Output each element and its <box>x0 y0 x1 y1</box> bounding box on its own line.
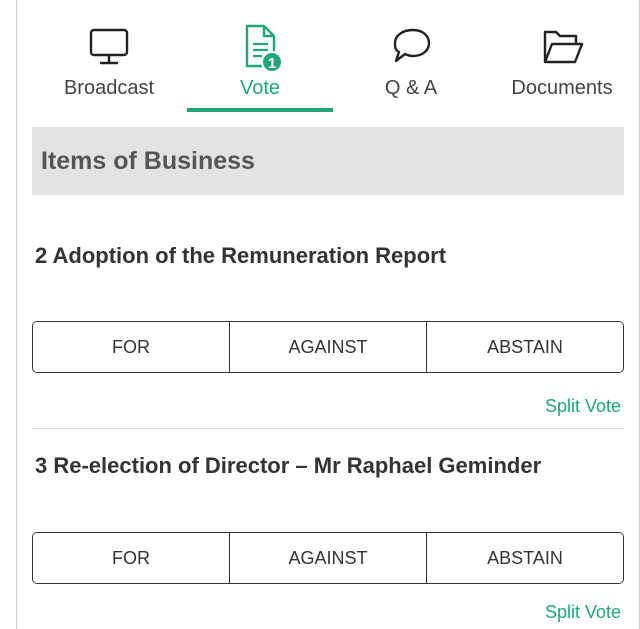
vote-options: FOR AGAINST ABSTAIN <box>32 532 624 584</box>
tab-broadcast[interactable]: Broadcast <box>35 0 183 114</box>
for-button[interactable]: FOR <box>33 533 229 583</box>
tab-bar: Broadcast 1 Vote Q & A Documents <box>17 0 639 118</box>
tab-label-documents: Documents <box>511 77 613 99</box>
abstain-button[interactable]: ABSTAIN <box>426 322 623 372</box>
tab-documents[interactable]: Documents <box>487 0 637 114</box>
tab-label-broadcast: Broadcast <box>63 77 155 99</box>
tab-label-qa: Q & A <box>384 77 438 99</box>
speech-bubble-icon <box>393 28 431 63</box>
document-icon: 1 <box>245 24 283 72</box>
vote-options: FOR AGAINST ABSTAIN <box>32 321 624 373</box>
split-vote-link[interactable]: Split Vote <box>545 396 621 417</box>
badge-count: 1 <box>268 55 276 72</box>
against-button[interactable]: AGAINST <box>229 533 426 583</box>
divider <box>32 428 624 429</box>
against-button[interactable]: AGAINST <box>229 322 426 372</box>
monitor-icon <box>89 28 129 65</box>
active-tab-indicator <box>187 108 333 112</box>
split-vote-link[interactable]: Split Vote <box>545 602 621 623</box>
item-title: 2 Adoption of the Remuneration Report <box>35 243 447 268</box>
abstain-button[interactable]: ABSTAIN <box>426 533 623 583</box>
for-button[interactable]: FOR <box>33 322 229 372</box>
section-title: Items of Business <box>32 127 624 195</box>
folder-open-icon <box>543 30 584 64</box>
tab-qa[interactable]: Q & A <box>341 0 481 114</box>
item-title: 3 Re-election of Director – Mr Raphael G… <box>35 453 542 478</box>
tab-vote[interactable]: 1 Vote <box>187 0 333 114</box>
tab-label-vote: Vote <box>239 77 281 99</box>
voting-panel: Broadcast 1 Vote Q & A Documents Items o… <box>16 0 640 629</box>
